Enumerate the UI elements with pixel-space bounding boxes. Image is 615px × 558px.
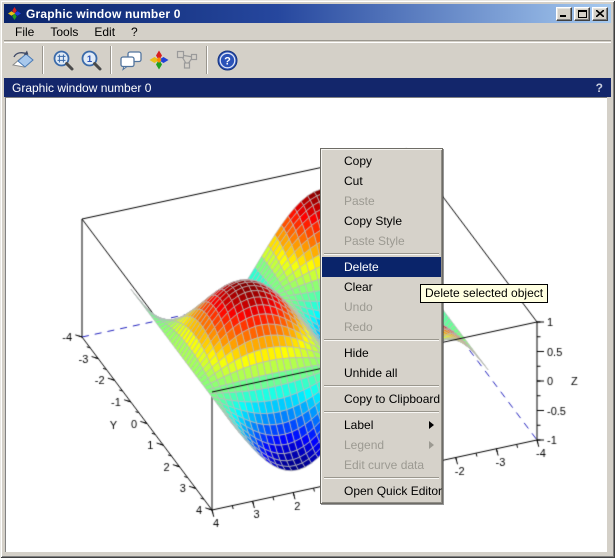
menu-item-hide[interactable]: Hide xyxy=(322,343,441,363)
help-icon: ? xyxy=(216,49,239,72)
menu-item-label[interactable]: Label xyxy=(322,415,441,435)
figure-info-bar: Graphic window number 0 ? xyxy=(4,78,611,97)
window-title: Graphic window number 0 xyxy=(26,7,556,21)
rotate-axes-button[interactable] xyxy=(9,45,37,75)
infobar-help[interactable]: ? xyxy=(596,81,603,95)
ged-editor-button[interactable] xyxy=(117,45,145,75)
graphic-window: Graphic window number 0 FileToolsEdit? xyxy=(0,0,615,558)
minimize-button[interactable] xyxy=(556,7,572,21)
scilab-app-icon xyxy=(7,6,22,21)
plot-area[interactable] xyxy=(5,97,607,552)
maximize-icon xyxy=(578,10,587,18)
menu-item-legend: Legend xyxy=(322,435,441,455)
ged-editor-icon xyxy=(118,49,144,71)
menu-item-cut[interactable]: Cut xyxy=(322,171,441,191)
menubar-item-edit[interactable]: Edit xyxy=(86,24,123,40)
figure-title: Graphic window number 0 xyxy=(12,81,596,95)
rotate-axes-icon xyxy=(10,48,36,72)
close-button[interactable] xyxy=(592,7,608,21)
menubar-item-file[interactable]: File xyxy=(7,24,42,40)
menu-item-paste-style: Paste Style xyxy=(322,231,441,251)
menu-item-copy-to-clipboard[interactable]: Copy to Clipboard xyxy=(322,389,441,409)
minimize-icon xyxy=(560,10,568,17)
svg-text:?: ? xyxy=(224,55,231,67)
toolbar-separator xyxy=(206,46,208,74)
zoom-reset-button[interactable]: 1 xyxy=(77,45,105,75)
menu-item-redo: Redo xyxy=(322,317,441,337)
menubar-item-tools[interactable]: Tools xyxy=(42,24,86,40)
zoom-area-icon xyxy=(52,49,75,72)
menu-bar: FileToolsEdit? xyxy=(4,23,611,41)
help-button[interactable]: ? xyxy=(213,45,241,75)
submenu-arrow-icon xyxy=(429,421,434,429)
zoom-area-button[interactable] xyxy=(49,45,77,75)
toolbar: 1 xyxy=(4,42,611,77)
tooltip: Delete selected object xyxy=(420,284,548,303)
menu-item-delete[interactable]: Delete xyxy=(322,257,441,277)
context-menu: CopyCutPasteCopy StylePaste Style Delete C… xyxy=(320,148,443,504)
submenu-arrow-icon xyxy=(429,441,434,449)
surface-plot-canvas[interactable] xyxy=(6,98,607,552)
close-icon xyxy=(596,10,604,17)
scilab-demo-icon xyxy=(148,49,170,71)
toolbar-separator xyxy=(42,46,44,74)
menu-item-edit-curve-data: Edit curve data xyxy=(322,455,441,475)
menu-item-open-quick-editor[interactable]: Open Quick Editor xyxy=(322,481,441,501)
menu-item-paste: Paste xyxy=(322,191,441,211)
menu-item-unhide-all[interactable]: Unhide all xyxy=(322,363,441,383)
menu-item-copy-style[interactable]: Copy Style xyxy=(322,211,441,231)
graph-button xyxy=(173,45,201,75)
menu-item-copy[interactable]: Copy xyxy=(322,151,441,171)
menubar-item-[interactable]: ? xyxy=(123,24,146,40)
maximize-button[interactable] xyxy=(574,7,590,21)
toolbar-separator xyxy=(110,46,112,74)
svg-text:1: 1 xyxy=(86,54,92,65)
graph-icon xyxy=(175,49,200,71)
title-bar[interactable]: Graphic window number 0 xyxy=(4,4,611,23)
scilab-demo-button[interactable] xyxy=(145,45,173,75)
zoom-reset-icon: 1 xyxy=(80,49,103,72)
